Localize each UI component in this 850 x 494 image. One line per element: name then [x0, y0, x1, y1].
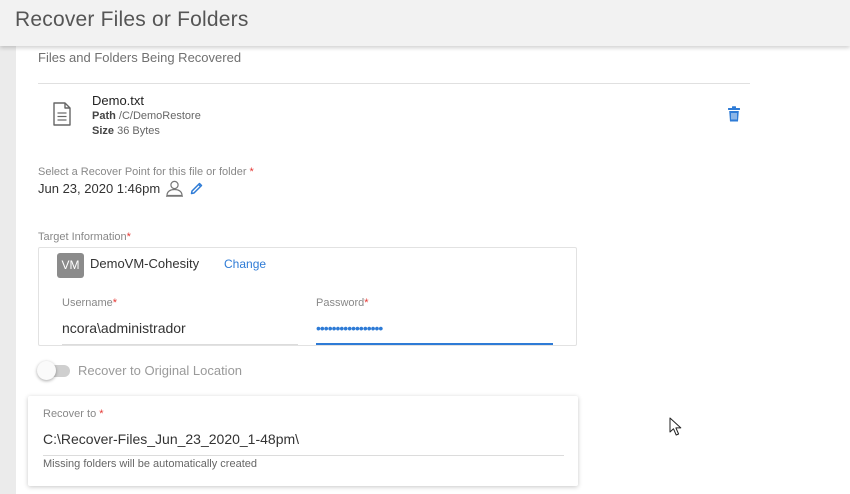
required-mark: *: [99, 408, 104, 420]
recover-to-label-text: Recover to: [43, 408, 97, 420]
recover-to-hint: Missing folders will be automatically cr…: [43, 458, 257, 470]
page-title: Recover Files or Folders: [15, 8, 249, 31]
password-label: Password*: [316, 297, 369, 309]
toggle-knob[interactable]: [37, 361, 56, 380]
required-mark: *: [364, 297, 369, 309]
required-mark: *: [249, 166, 254, 178]
divider: [38, 83, 750, 84]
required-mark: *: [112, 297, 118, 309]
recover-point-value: Jun 23, 2020 1:46pm: [38, 181, 161, 196]
pencil-icon[interactable]: [190, 181, 204, 195]
vm-badge: VM: [57, 253, 84, 278]
toggle-label: Recover to Original Location: [78, 363, 243, 378]
user-restore-icon[interactable]: [165, 180, 184, 197]
password-field[interactable]: •••••••••••••••••: [316, 320, 383, 336]
document-icon: [53, 102, 71, 126]
file-size: Size 36 Bytes: [92, 125, 160, 137]
path-value: /C/DemoRestore: [118, 110, 201, 122]
mouse-cursor-icon: [669, 417, 682, 436]
size-value: 36 Bytes: [117, 125, 160, 137]
section-title: Files and Folders Being Recovered: [38, 50, 242, 65]
username-underline: [62, 344, 298, 345]
password-label-text: Password: [316, 297, 365, 309]
target-info-label: Target Information*: [38, 231, 131, 243]
file-name: Demo.txt: [92, 93, 145, 108]
username-label: Username*: [62, 297, 117, 309]
size-label: Size: [92, 125, 115, 137]
page-header: Recover Files or Folders: [0, 0, 850, 46]
change-target-link[interactable]: Change: [224, 257, 266, 271]
username-label-text: Username: [62, 297, 113, 309]
recover-point-label: Select a Recover Point for this file or …: [38, 166, 254, 178]
trash-icon[interactable]: [727, 106, 741, 122]
path-label: Path: [92, 110, 116, 122]
vm-name: DemoVM-Cohesity: [90, 256, 200, 271]
password-underline: [316, 343, 553, 345]
recover-to-input[interactable]: C:\Recover-Files_Jun_23_2020_1-48pm\: [43, 431, 299, 447]
recover-point-label-text: Select a Recover Point for this file or …: [38, 166, 247, 178]
target-info-label-text: Target Information: [38, 231, 127, 243]
required-mark: *: [126, 231, 131, 243]
recover-to-label: Recover to *: [43, 408, 104, 420]
file-path: Path /C/DemoRestore: [92, 110, 201, 122]
username-field[interactable]: ncora\administrador: [62, 320, 186, 336]
recover-to-underline: [43, 455, 564, 456]
